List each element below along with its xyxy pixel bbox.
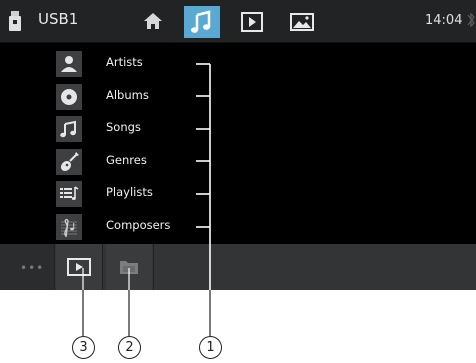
callout-3: 3 xyxy=(72,336,95,359)
callout-lines xyxy=(82,63,211,336)
callout-2: 2 xyxy=(118,336,141,359)
callout-1: 1 xyxy=(199,336,222,359)
